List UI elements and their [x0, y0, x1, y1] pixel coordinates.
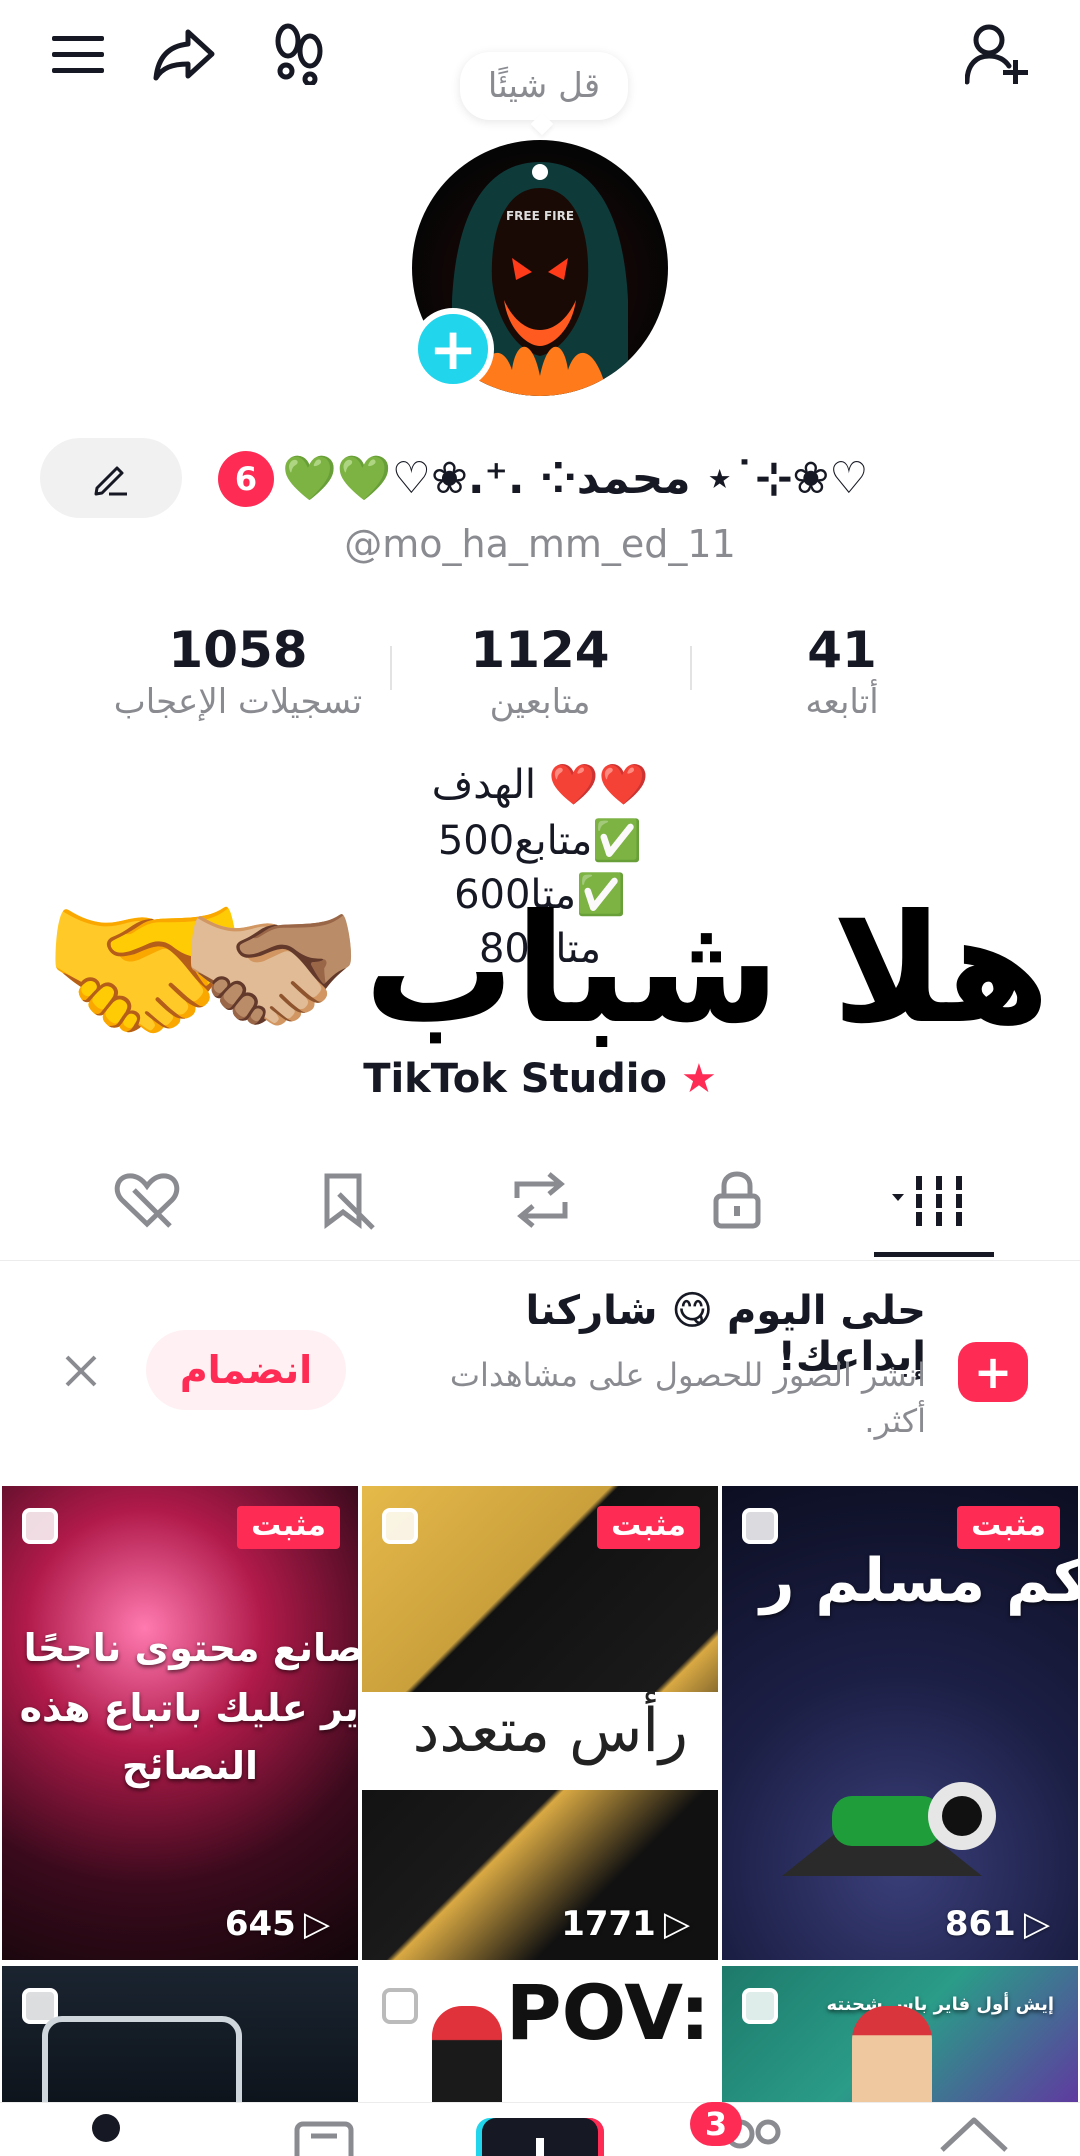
- view-count: 645 ▷: [225, 1904, 330, 1944]
- shield-emblem: [42, 2016, 242, 2102]
- display-name: ♡❀⊹˙⋆ محمد⁘ .⁺.❀♡💚💚: [282, 453, 869, 504]
- view-count-value: 645: [224, 1904, 296, 1944]
- inbox-icon: [294, 2121, 354, 2156]
- pinned-badge: مثبت: [957, 1506, 1060, 1549]
- stat-divider: [390, 646, 392, 690]
- profile-icon: [92, 2114, 120, 2142]
- note-bubble[interactable]: قل شيئًا: [460, 52, 628, 120]
- video-thumbnail[interactable]: POV:: [362, 1966, 718, 2102]
- studio-label: TikTok Studio: [363, 1056, 667, 1102]
- tab-private[interactable]: [682, 1160, 792, 1240]
- pencil-icon: [94, 466, 127, 496]
- nav-profile[interactable]: [46, 2110, 166, 2156]
- likes-label: تسجيلات الإعجاب: [113, 682, 363, 722]
- notification-badge[interactable]: 6: [218, 451, 274, 507]
- tiktok-studio-link[interactable]: TikTok Studio ★: [0, 1056, 1080, 1102]
- thumbnail-caption: إيش أول فاير باس شحنته: [826, 1994, 1054, 2015]
- multi-photo-icon: [22, 1508, 58, 1544]
- following-count: 41: [807, 621, 877, 679]
- edit-profile-button[interactable]: [40, 438, 182, 518]
- active-tab-indicator: [874, 1252, 994, 1257]
- character-figure: [762, 1736, 1022, 1896]
- view-count-value: 861: [944, 1904, 1016, 1944]
- play-icon: ▷: [663, 1904, 690, 1944]
- menu-icon[interactable]: [42, 18, 114, 90]
- nav-inbox[interactable]: [264, 2110, 384, 2156]
- divider: [0, 1260, 1080, 1261]
- thumbnail-caption: رأس متعدد: [412, 1696, 688, 1766]
- likes-count: 1058: [168, 621, 308, 679]
- video-thumbnail[interactable]: مثبت رأس متعدد 1771 ▷: [362, 1486, 718, 1960]
- thumbnail-caption: فاير عليك باتباع هذه: [19, 1686, 358, 1730]
- followers-count: 1124: [470, 621, 610, 679]
- stat-likes[interactable]: 1058 تسجيلات الإعجاب: [88, 620, 388, 724]
- repost-icon: [514, 1172, 568, 1228]
- thumbnail-caption: صانع محتوى ناجحًا: [23, 1626, 358, 1670]
- bookmark-hidden-icon: [324, 1173, 375, 1230]
- join-button[interactable]: انضمام: [146, 1330, 346, 1410]
- close-icon[interactable]: [56, 1346, 106, 1396]
- tab-videos[interactable]: [878, 1160, 988, 1240]
- home-icon: [940, 2117, 1008, 2152]
- stat-divider: [690, 646, 692, 690]
- share-icon[interactable]: [148, 18, 220, 90]
- view-count-value: 1771: [561, 1904, 656, 1944]
- player-avatar: [432, 2006, 502, 2102]
- thumbnail-caption: النصائح: [121, 1744, 258, 1788]
- create-icon: [476, 2118, 604, 2156]
- multi-photo-icon: [742, 1508, 778, 1544]
- thumbnail-caption: كم مسلم ر: [759, 1546, 1078, 1616]
- liked-hidden-icon: [114, 1173, 180, 1228]
- avatar-text: FREE FIRE: [506, 209, 574, 223]
- tab-favorites[interactable]: [292, 1160, 402, 1240]
- grid-videos-icon: [892, 1176, 962, 1226]
- multi-photo-icon: [382, 1988, 418, 2024]
- add-friend-icon[interactable]: [964, 18, 1036, 90]
- add-photo-icon: +: [958, 1342, 1028, 1402]
- stat-following[interactable]: 41 أتابعه: [692, 620, 992, 724]
- thumbnail-caption: POV:: [505, 1968, 710, 2057]
- overlay-caption: هلا شباب🫱🏼‍🫲🏽: [177, 883, 1050, 1057]
- nav-create[interactable]: [476, 2110, 604, 2156]
- lock-icon: [713, 1171, 761, 1229]
- play-icon: ▷: [1023, 1904, 1050, 1944]
- creator-star-icon: ★: [680, 1056, 717, 1102]
- followers-label: متابعين: [489, 682, 591, 722]
- play-icon: ▷: [303, 1904, 330, 1944]
- multi-photo-icon: [382, 1508, 418, 1544]
- video-thumbnail[interactable]: مثبت صانع محتوى ناجحًا فاير عليك باتباع …: [2, 1486, 358, 1960]
- view-count: 1771 ▷: [561, 1904, 690, 1944]
- view-count: 861 ▷: [945, 1904, 1050, 1944]
- tab-reposts[interactable]: [486, 1160, 596, 1240]
- pinned-badge: مثبت: [237, 1506, 340, 1549]
- banner-subtitle: انشر الصور للحصول على مشاهدات أكثر.: [449, 1356, 926, 1440]
- video-thumbnail[interactable]: مثبت كم مسلم ر 861 ▷: [722, 1486, 1078, 1960]
- add-avatar-button[interactable]: +: [412, 308, 494, 390]
- pinned-badge: مثبت: [597, 1506, 700, 1549]
- footprints-icon[interactable]: [264, 18, 336, 90]
- stat-followers[interactable]: 1124 متابعين: [390, 620, 690, 724]
- player-figure: [852, 2006, 932, 2102]
- tab-liked[interactable]: [92, 1160, 202, 1240]
- video-thumbnail[interactable]: [2, 1966, 358, 2102]
- multi-photo-icon: [742, 1988, 778, 2024]
- friends-badge: 3: [690, 2102, 742, 2146]
- following-label: أتابعه: [805, 682, 879, 722]
- username-handle: @mo_ha_mm_ed_11: [344, 522, 736, 566]
- bio-line: الهدف ❤️❤️: [431, 762, 649, 808]
- video-thumbnail[interactable]: إيش أول فاير باس شحنته: [722, 1966, 1078, 2102]
- nav-home[interactable]: [914, 2110, 1034, 2156]
